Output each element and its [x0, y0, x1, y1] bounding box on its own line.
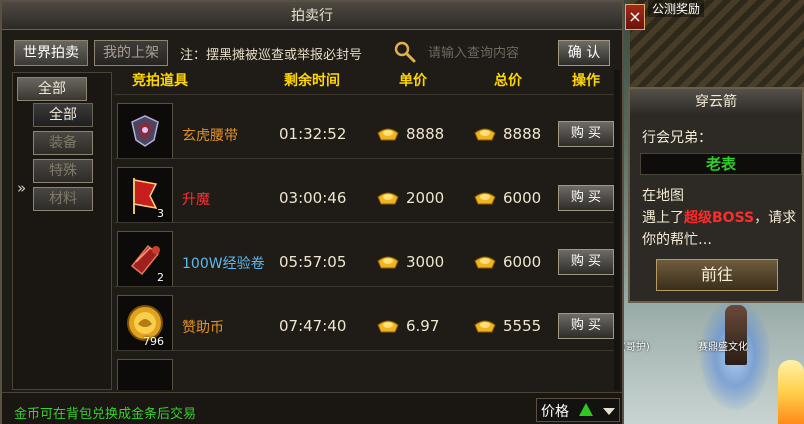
category-all-top[interactable]: 全部 — [17, 77, 87, 101]
player-character[interactable] — [725, 305, 747, 365]
popup-title: 穿云箭 — [630, 89, 802, 115]
item-slot[interactable] — [117, 359, 173, 390]
item-slot[interactable] — [117, 103, 173, 159]
column-total-price: 总价 — [494, 73, 522, 89]
tab-my-listings[interactable]: 我的上架 — [94, 40, 168, 66]
table-row[interactable]: 796 赞助币 07:47:40 6.97 5555 购 买 — [114, 286, 616, 351]
event-label[interactable]: 公测奖励 — [648, 0, 705, 17]
guild-help-popup: 穿云箭 行会兄弟： 老表 在地图 遇上了超级BOSS，请求你的帮忙… 前往 — [628, 87, 804, 303]
total-price: 6000 — [503, 253, 542, 271]
table-row[interactable]: 2 100W经验卷 05:57:05 3000 6000 购 买 — [114, 222, 616, 287]
gold-ingot-icon — [474, 256, 496, 269]
item-count: 3 — [157, 207, 164, 220]
total-price: 8888 — [503, 125, 542, 143]
remaining-time: 07:47:40 — [279, 317, 347, 335]
popup-message: 在地图 遇上了超级BOSS，请求你的帮忙… — [642, 185, 802, 251]
buy-button[interactable]: 购 买 — [558, 121, 614, 147]
item-name: 升魔 — [182, 192, 210, 208]
search-icon[interactable] — [393, 40, 417, 64]
search-input[interactable] — [428, 40, 552, 66]
item-slot[interactable]: 796 — [117, 295, 173, 351]
list-scrollbar[interactable] — [614, 70, 620, 390]
panel-title: 拍卖行 — [2, 2, 622, 30]
confirm-button[interactable]: 确 认 — [558, 40, 610, 66]
column-action: 操作 — [572, 73, 600, 89]
table-row[interactable]: 3 升魔 03:00:46 2000 6000 购 买 — [114, 158, 616, 223]
chevron-down-icon[interactable] — [603, 408, 615, 415]
message-prefix: 遇上了 — [642, 210, 684, 226]
close-button[interactable]: × — [625, 4, 645, 30]
gold-ingot-icon — [474, 128, 496, 141]
gold-ingot-icon — [377, 320, 399, 333]
guild-member-name: 老表 — [640, 153, 802, 175]
category-material[interactable]: 材料 — [33, 187, 93, 211]
sort-label: 价格 — [541, 404, 569, 420]
remaining-time: 03:00:46 — [279, 189, 347, 207]
item-count: 2 — [157, 271, 164, 284]
popup-greeting: 行会兄弟： — [642, 130, 712, 146]
buy-button[interactable]: 购 买 — [558, 249, 614, 275]
sort-select[interactable]: 价格 — [536, 398, 620, 422]
item-count: 796 — [143, 335, 164, 348]
auction-list: 玄虎腰带 01:32:52 8888 8888 购 买 3 升魔 03:00:4… — [114, 94, 616, 390]
gold-ingot-icon — [474, 192, 496, 205]
gold-ingot-icon — [377, 128, 399, 141]
unit-price: 2000 — [406, 189, 445, 207]
item-slot[interactable]: 3 — [117, 167, 173, 223]
table-row[interactable]: 玄虎腰带 01:32:52 8888 8888 购 买 — [114, 94, 616, 159]
unit-price: 6.97 — [406, 317, 440, 335]
item-name: 玄虎腰带 — [182, 128, 238, 144]
table-row[interactable] — [114, 350, 616, 390]
message-line-2: 遇上了超级BOSS，请求你的帮忙… — [642, 207, 802, 251]
panel-footer: 金币可在背包兑换成金条后交易 价格 — [2, 392, 622, 424]
buy-button[interactable]: 购 买 — [558, 185, 614, 211]
column-unit-price: 单价 — [399, 73, 427, 89]
column-item: 竞拍道具 — [132, 73, 188, 89]
gold-ingot-icon — [377, 192, 399, 205]
game-screen: 公测奖励 赛鼎盛文化 (哥护) × 拍卖行 世界拍卖 我的上架 注：摆黑摊被巡查… — [0, 0, 804, 424]
item-name: 赞助币 — [182, 320, 224, 336]
character-name: 赛鼎盛文化 — [698, 342, 748, 353]
total-price: 6000 — [503, 189, 542, 207]
category-sidebar: 全部 » 全部 装备 特殊 材料 — [12, 72, 112, 390]
exchange-tip: 金币可在背包兑换成金条后交易 — [14, 407, 197, 422]
category-special[interactable]: 特殊 — [33, 159, 93, 183]
item-name: 100W经验卷 — [182, 256, 265, 272]
unit-price: 3000 — [406, 253, 445, 271]
gold-ingot-icon — [474, 320, 496, 333]
character-name-2: (哥护) — [622, 342, 650, 353]
unit-price: 8888 — [406, 125, 445, 143]
tab-world-auction[interactable]: 世界拍卖 — [14, 40, 88, 66]
category-all[interactable]: 全部 — [33, 103, 93, 127]
boss-text: 超级BOSS — [684, 210, 755, 226]
notice-text: 注：摆黑摊被巡查或举报必封号 — [180, 48, 363, 63]
total-price: 5555 — [503, 317, 542, 335]
chevron-right-icon: » — [17, 179, 27, 197]
auction-panel: 拍卖行 世界拍卖 我的上架 注：摆黑摊被巡查或举报必封号 确 认 全部 » 全部… — [0, 0, 624, 424]
remaining-time: 05:57:05 — [279, 253, 347, 271]
buy-button[interactable]: 购 买 — [558, 313, 614, 339]
table-header: 竞拍道具 剩余时间 单价 总价 操作 — [114, 70, 614, 90]
category-equipment[interactable]: 装备 — [33, 131, 93, 155]
go-button[interactable]: 前往 — [656, 259, 778, 291]
message-line-1: 在地图 — [642, 188, 684, 204]
belt-icon — [131, 115, 159, 147]
gold-ingot-icon — [377, 256, 399, 269]
fire-effect — [778, 360, 804, 424]
column-remaining-time: 剩余时间 — [284, 73, 340, 89]
sort-up-arrow-icon[interactable] — [579, 403, 593, 416]
remaining-time: 01:32:52 — [279, 125, 347, 143]
item-slot[interactable]: 2 — [117, 231, 173, 287]
top-toolbar: 世界拍卖 我的上架 注：摆黑摊被巡查或举报必封号 确 认 — [10, 38, 614, 68]
